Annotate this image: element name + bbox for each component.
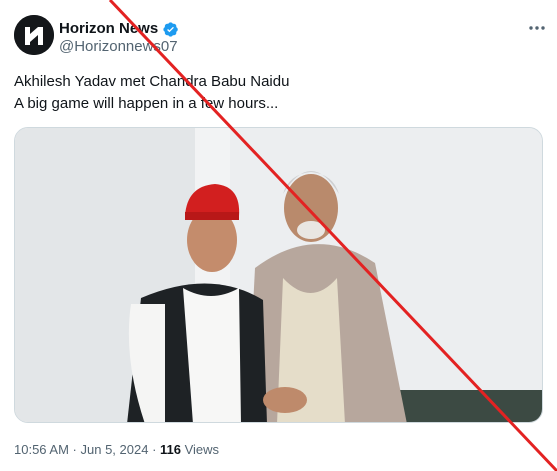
- meta-separator: ·: [148, 442, 161, 457]
- tweet-date[interactable]: Jun 5, 2024: [81, 442, 149, 457]
- views-label: Views: [181, 442, 220, 457]
- tweet-time[interactable]: 10:56 AM: [14, 442, 69, 457]
- author-name-row[interactable]: Horizon News: [59, 19, 179, 39]
- tweet-meta: 10:56 AM · Jun 5, 2024 · 116 Views: [14, 441, 219, 459]
- tweet-text-line: A big game will happen in a few hours...: [14, 95, 279, 112]
- tweet-text-line: Akhilesh Yadav met Chandra Babu Naidu: [14, 73, 290, 90]
- tweet-photo[interactable]: [14, 127, 543, 423]
- user-handle[interactable]: @Horizonnews07: [59, 38, 178, 56]
- avatar[interactable]: [14, 15, 54, 55]
- more-options-icon[interactable]: [526, 21, 548, 35]
- views-count: 116: [160, 442, 181, 457]
- meta-separator: ·: [68, 442, 81, 457]
- display-name[interactable]: Horizon News: [59, 19, 158, 39]
- horizon-news-logo-icon: [14, 15, 54, 55]
- verified-badge-icon: [162, 21, 179, 38]
- tweet-text: Akhilesh Yadav met Chandra Babu Naidu A …: [14, 71, 289, 115]
